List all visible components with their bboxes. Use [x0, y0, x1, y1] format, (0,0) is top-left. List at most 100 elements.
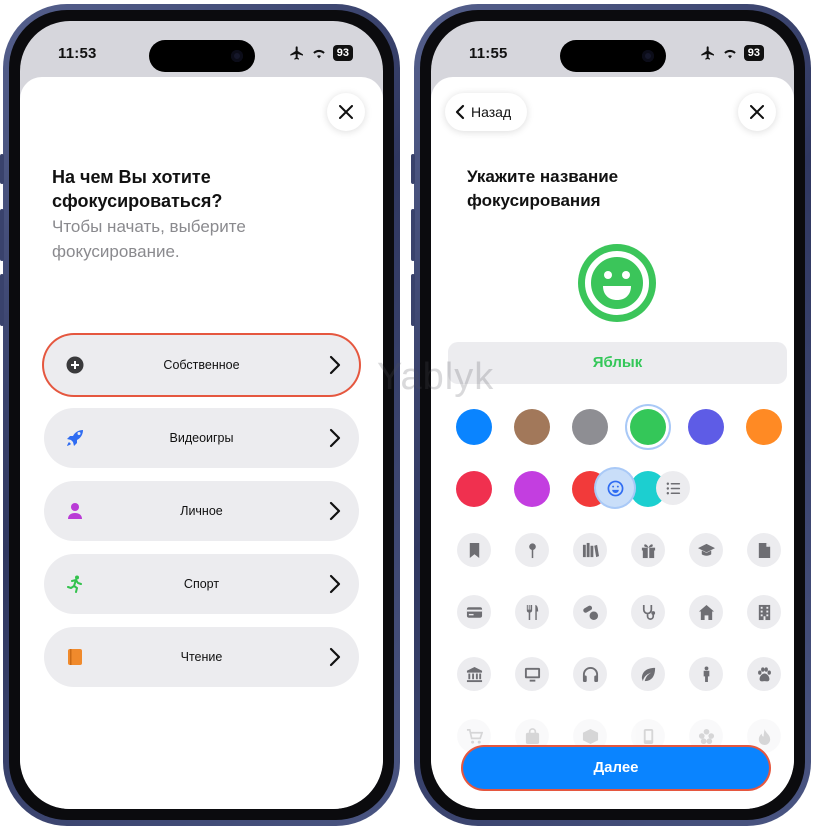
- battery-indicator: 93: [743, 45, 764, 61]
- glyph-figure[interactable]: [689, 657, 723, 691]
- house-icon: [698, 604, 714, 620]
- glyph-document[interactable]: [747, 533, 781, 567]
- color-swatch[interactable]: [514, 471, 550, 507]
- airplane-icon: [701, 46, 714, 60]
- option-label: Видеоигры: [169, 431, 234, 445]
- person-icon: [68, 503, 82, 519]
- color-swatch[interactable]: [456, 471, 492, 507]
- status-time: 11:55: [469, 45, 508, 62]
- status-icons: 93: [289, 45, 353, 61]
- option-custom[interactable]: Собственное: [44, 335, 359, 395]
- option-personal[interactable]: Личное: [44, 481, 359, 541]
- pin-icon: [528, 542, 536, 558]
- wifi-icon: [313, 49, 325, 59]
- glyph-graduation-cap[interactable]: [689, 533, 723, 567]
- back-button[interactable]: Назад: [445, 93, 528, 131]
- left-phone-bezel: 11:53 93 На чем Вы хотите сфокусироватьс…: [9, 10, 394, 820]
- volume-down-button: [0, 274, 4, 326]
- figure-icon: [703, 665, 709, 682]
- glyph-bookmark[interactable]: [457, 533, 491, 567]
- glyph-smiley[interactable]: [596, 469, 634, 507]
- flower-icon: [698, 728, 714, 744]
- glyph-monitor[interactable]: [515, 657, 549, 691]
- color-swatch[interactable]: [514, 409, 550, 445]
- color-swatch[interactable]: [630, 409, 666, 445]
- option-sport[interactable]: Спорт: [44, 554, 359, 614]
- glyph-house[interactable]: [689, 595, 723, 629]
- next-button[interactable]: Далее: [463, 747, 769, 789]
- volume-up-button: [411, 209, 415, 261]
- left-phone-frame: 11:53 93 На чем Вы хотите сфокусироватьс…: [0, 4, 400, 826]
- graduation-cap-icon: [697, 543, 715, 556]
- action-button: [0, 154, 4, 184]
- smiley-icon: [585, 251, 649, 315]
- left-phone-screen: 11:53 93 На чем Вы хотите сфокусироватьс…: [20, 21, 383, 809]
- glyph-pills[interactable]: [573, 595, 607, 629]
- right-phone-screen: 11:55 93 Назад Укажите название фокусиро…: [431, 21, 794, 809]
- dynamic-island: [148, 40, 255, 72]
- option-label: Спорт: [183, 577, 220, 591]
- chevron-right-icon: [329, 574, 341, 594]
- right-phone-bezel: 11:55 93 Назад Укажите название фокусиро…: [420, 10, 805, 820]
- chevron-right-icon: [329, 501, 341, 521]
- bookmark-icon: [469, 542, 479, 558]
- gift-icon: [641, 543, 655, 558]
- fork-knife-icon: [526, 604, 538, 620]
- glyph-fork-knife[interactable]: [515, 595, 549, 629]
- glyph-leaf[interactable]: [631, 657, 665, 691]
- color-swatch[interactable]: [456, 409, 492, 445]
- focus-preview-icon: [578, 244, 656, 322]
- credit-card-icon: [466, 606, 482, 618]
- chevron-right-icon: [329, 647, 341, 667]
- box-icon: [582, 728, 598, 744]
- back-label: Назад: [471, 104, 512, 120]
- chevron-left-icon: [455, 104, 465, 120]
- glyph-stethoscope[interactable]: [631, 595, 665, 629]
- close-button[interactable]: [738, 93, 776, 131]
- page-title: На чем Вы хотите сфокусироваться?: [52, 167, 223, 211]
- option-label: Чтение: [180, 650, 223, 664]
- page-subtitle: Чтобы начать, выберите фокусирование.: [52, 217, 246, 261]
- glyph-books[interactable]: [573, 533, 607, 567]
- dynamic-island: [559, 40, 666, 72]
- cart-icon: [466, 728, 483, 744]
- pills-icon: [582, 605, 598, 620]
- chevron-right-icon: [329, 428, 341, 448]
- glyph-credit-card[interactable]: [457, 595, 491, 629]
- list-icon: [666, 482, 680, 494]
- glyph-pin[interactable]: [515, 533, 549, 567]
- option-label: Собственное: [163, 358, 240, 372]
- front-camera: [641, 50, 654, 62]
- glyph-building[interactable]: [747, 595, 781, 629]
- phone-icon: [643, 728, 653, 744]
- color-swatch[interactable]: [688, 409, 724, 445]
- stethoscope-icon: [642, 604, 655, 620]
- battery-indicator: 93: [332, 45, 353, 61]
- volume-down-button: [411, 274, 415, 326]
- color-swatch[interactable]: [572, 409, 608, 445]
- focus-picker-sheet: На чем Вы хотите сфокусироваться? Чтобы …: [20, 77, 383, 809]
- monitor-icon: [524, 667, 540, 682]
- document-icon: [758, 542, 770, 558]
- glyph-bank[interactable]: [457, 657, 491, 691]
- book-icon: [68, 649, 82, 665]
- focus-name-sheet: Назад Укажите название фокусирования Ябл…: [431, 77, 794, 809]
- glyph-headphones[interactable]: [573, 657, 607, 691]
- bag-icon: [525, 727, 539, 744]
- option-gaming[interactable]: Видеоигры: [44, 408, 359, 468]
- color-swatch[interactable]: [746, 409, 782, 445]
- action-button: [411, 154, 415, 184]
- running-icon: [67, 575, 82, 593]
- glyph-gift[interactable]: [631, 533, 665, 567]
- paw-icon: [757, 666, 771, 681]
- page-title: Укажите название фокусирования: [467, 167, 619, 210]
- status-time: 11:53: [58, 45, 97, 62]
- airplane-icon: [290, 46, 303, 60]
- glyph-paw[interactable]: [747, 657, 781, 691]
- close-button[interactable]: [327, 93, 365, 131]
- focus-name-input[interactable]: Яблык: [448, 342, 787, 384]
- option-reading[interactable]: Чтение: [44, 627, 359, 687]
- bank-icon: [466, 666, 482, 682]
- glyph-list[interactable]: [656, 471, 690, 505]
- close-icon: [339, 105, 353, 119]
